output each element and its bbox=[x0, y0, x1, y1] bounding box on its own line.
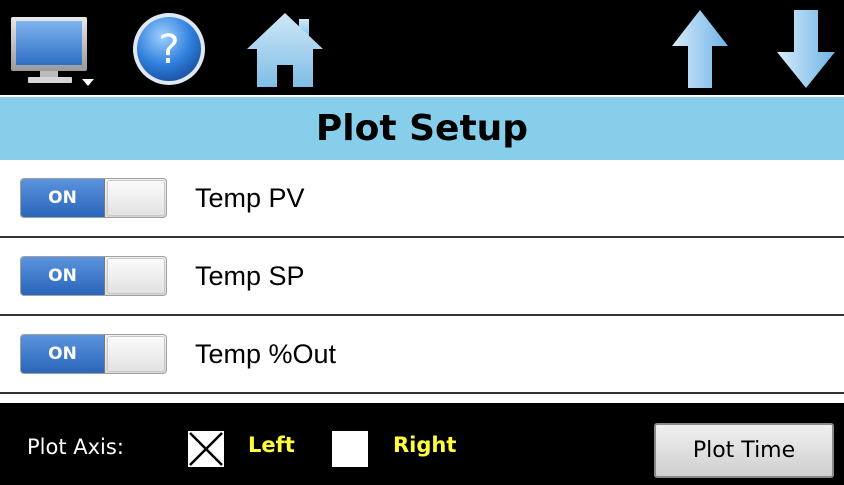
plot-time-button[interactable]: Plot Time bbox=[654, 423, 834, 478]
plot-series-list: ON Temp PV ON Temp SP ON Temp %Out bbox=[0, 160, 844, 403]
toggle-on-label: ON bbox=[21, 257, 105, 295]
page-title: Plot Setup bbox=[315, 108, 529, 149]
arrow-up-icon[interactable] bbox=[670, 8, 730, 90]
home-icon[interactable] bbox=[245, 8, 325, 90]
series-label: Temp %Out bbox=[195, 338, 337, 369]
help-icon[interactable]: ? bbox=[130, 8, 208, 90]
toggle-switch-temp-out[interactable]: ON bbox=[20, 334, 167, 374]
bottom-bar: Plot Axis: Left Right Plot Time bbox=[0, 403, 844, 485]
arrow-down-icon[interactable] bbox=[775, 8, 837, 90]
top-toolbar: ? bbox=[0, 0, 844, 95]
monitor-menu-icon[interactable] bbox=[8, 8, 98, 90]
toggle-on-label: ON bbox=[21, 179, 105, 217]
svg-text:?: ? bbox=[158, 27, 179, 73]
series-label: Temp SP bbox=[195, 260, 305, 291]
series-label: Temp PV bbox=[195, 182, 305, 213]
right-axis-checkbox[interactable] bbox=[330, 429, 370, 469]
left-axis-label[interactable]: Left bbox=[248, 433, 295, 457]
toggle-on-label: ON bbox=[21, 335, 105, 373]
list-item: ON Temp PV bbox=[0, 160, 844, 238]
right-axis-label[interactable]: Right bbox=[393, 433, 456, 457]
left-axis-checkbox[interactable] bbox=[186, 429, 226, 469]
toggle-switch-temp-sp[interactable]: ON bbox=[20, 256, 167, 296]
list-item: ON Temp %Out bbox=[0, 316, 844, 394]
toggle-knob bbox=[107, 258, 165, 294]
toggle-knob bbox=[107, 180, 165, 216]
toggle-knob bbox=[107, 336, 165, 372]
list-item: ON Temp SP bbox=[0, 238, 844, 316]
toggle-switch-temp-pv[interactable]: ON bbox=[20, 178, 167, 218]
plot-axis-label: Plot Axis: bbox=[27, 435, 124, 459]
checked-x-icon bbox=[189, 432, 223, 466]
title-bar: Plot Setup bbox=[0, 95, 844, 160]
